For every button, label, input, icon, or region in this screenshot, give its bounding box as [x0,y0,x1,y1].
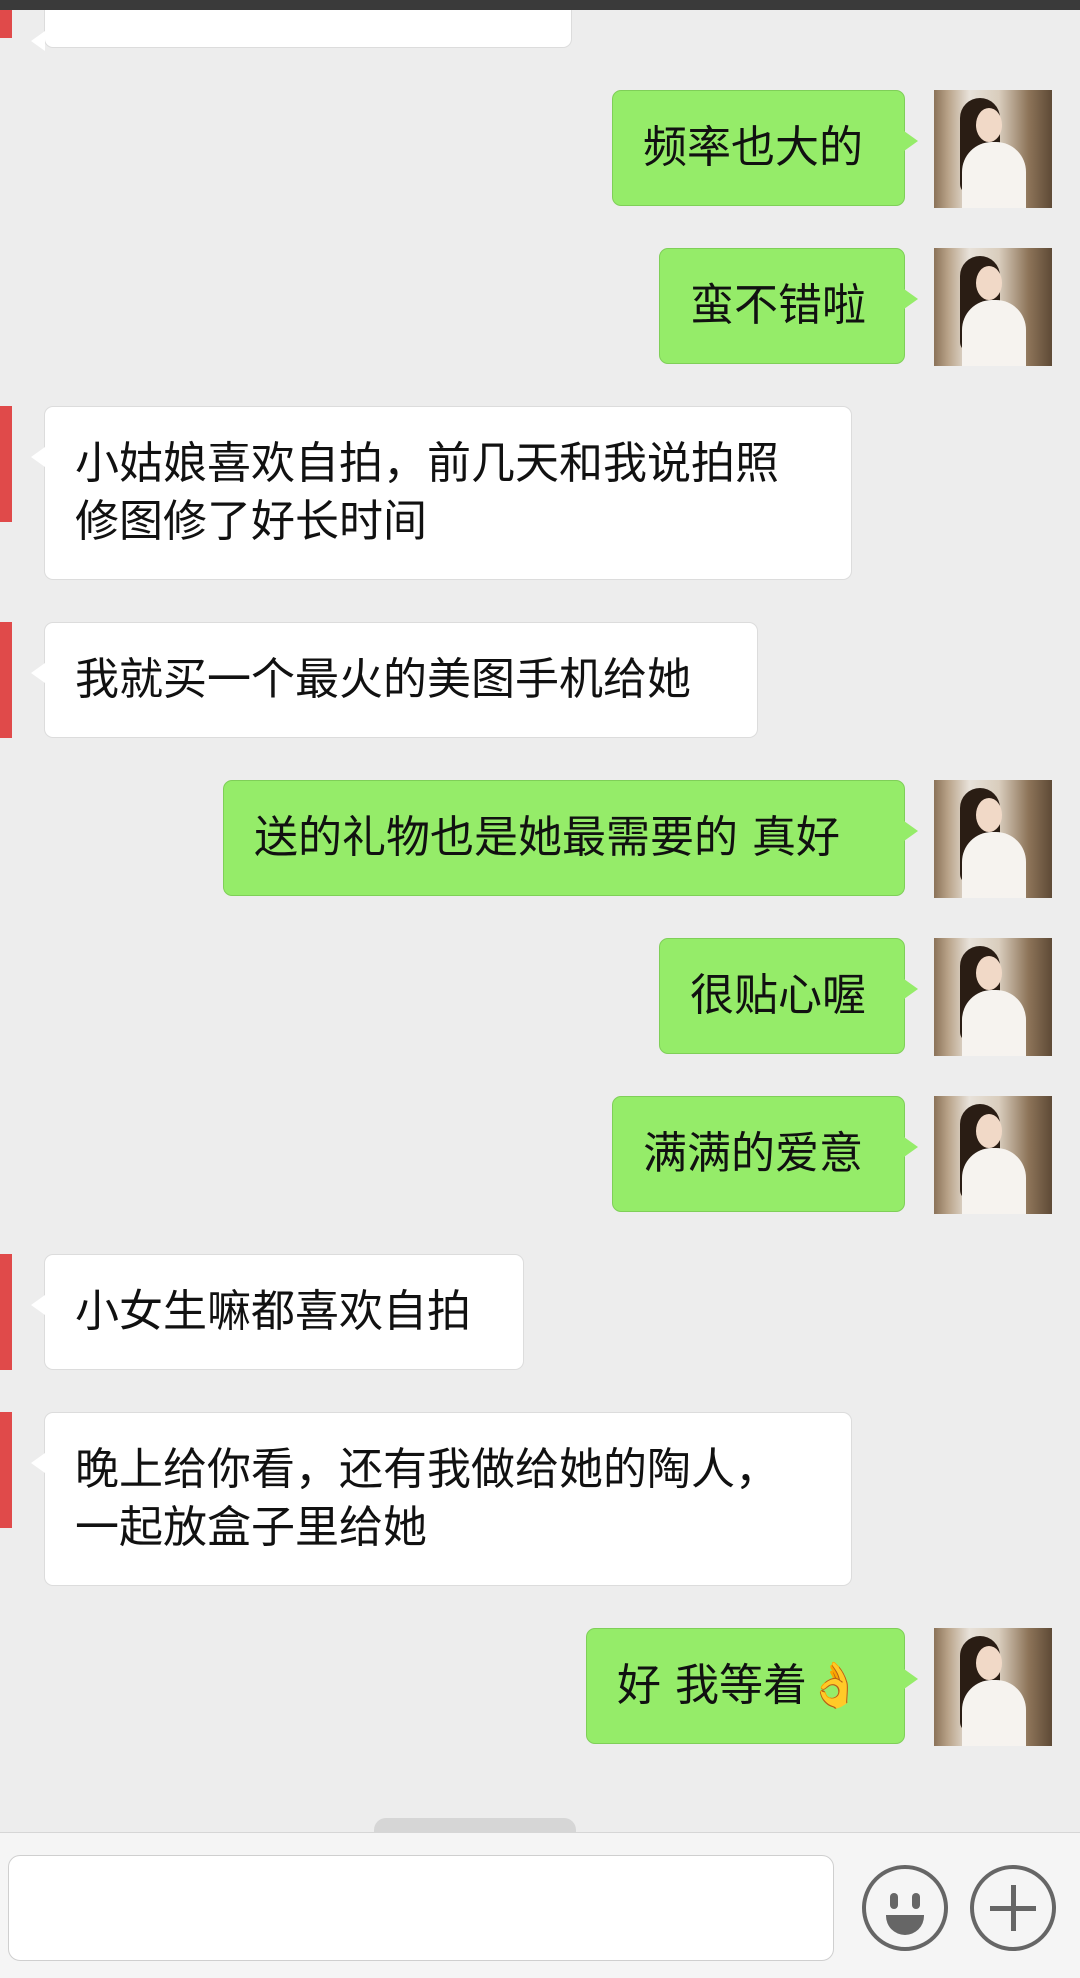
message-bubble-partial [31,10,572,51]
avatar[interactable] [934,90,1052,208]
message-bubble-incoming[interactable]: 小女生嘛都喜欢自拍 [31,1254,524,1370]
message-bubble-incoming[interactable]: 我就买一个最火的美图手机给她 [31,622,758,738]
message-text: 频率也大的 [643,122,863,173]
message-bubble-incoming[interactable]: 小姑娘喜欢自拍，前几天和我说拍照 修图修了好长时间 [31,406,852,580]
unread-marker [0,1412,12,1528]
message-bubble-outgoing[interactable]: 很贴心喔 [659,938,918,1054]
message-text: 小女生嘛都喜欢自拍 [75,1286,471,1337]
message-text: 满满的爱意 [643,1128,863,1179]
message-input[interactable] [8,1855,834,1961]
message-text: 蛮不错啦 [690,280,866,331]
unread-marker [0,406,12,522]
avatar[interactable] [934,1096,1052,1214]
message-text: 我就买一个最火的美图手机给她 [75,654,691,705]
more-button[interactable] [970,1865,1056,1951]
message-bubble-incoming[interactable]: 晚上给你看，还有我做给她的陶人， 一起放盒子里给她 [31,1412,852,1586]
message-bubble-outgoing[interactable]: 频率也大的 [612,90,918,206]
message-text: 送的礼物也是她最需要的 真好 [254,812,840,863]
avatar[interactable] [934,1628,1052,1746]
message-text: 小姑娘喜欢自拍，前几天和我说拍照 修图修了好长时间 [75,438,779,547]
message-bubble-outgoing[interactable]: 好 我等着👌 [586,1628,918,1744]
avatar[interactable] [934,938,1052,1056]
message-composer [0,1832,1080,1978]
message-text: 好 我等着👌 [617,1660,862,1711]
unread-marker [0,10,12,38]
message-text: 晚上给你看，还有我做给她的陶人， 一起放盒子里给她 [75,1444,779,1553]
message-bubble-outgoing[interactable]: 满满的爱意 [612,1096,918,1212]
status-bar [0,0,1080,10]
avatar[interactable] [934,248,1052,366]
message-text: 很贴心喔 [690,970,866,1021]
smiley-icon [866,1869,944,1947]
avatar[interactable] [934,780,1052,898]
message-bubble-outgoing[interactable]: 蛮不错啦 [659,248,918,364]
message-bubble-outgoing[interactable]: 送的礼物也是她最需要的 真好 [223,780,918,896]
chat-scroll-area[interactable]: 频率也大的 蛮不错啦 小姑娘喜欢自拍，前几天和我说拍照 修图修了好长时间 我就买… [0,10,1080,1832]
unread-marker [0,622,12,738]
emoji-button[interactable] [862,1865,948,1951]
unread-marker [0,1254,12,1370]
plus-icon [974,1869,1052,1947]
